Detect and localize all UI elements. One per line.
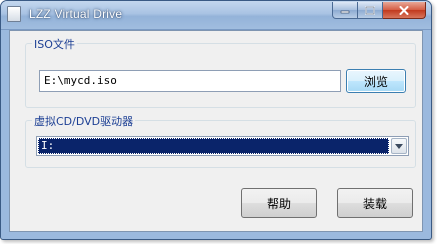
close-icon — [399, 5, 409, 15]
virtual-drive-group: 虚拟CD/DVD驱动器 I: — [25, 113, 416, 168]
window-title: LZZ Virtual Drive — [29, 7, 123, 21]
minimize-button[interactable] — [332, 2, 358, 19]
caption-buttons — [332, 2, 426, 20]
virtual-drive-group-label: 虚拟CD/DVD驱动器 — [32, 113, 136, 129]
drive-select[interactable]: I: — [36, 136, 409, 156]
help-button[interactable]: 帮助 — [241, 188, 317, 218]
iso-path-input[interactable]: E:\mycd.iso — [39, 70, 341, 92]
minimize-icon — [340, 10, 350, 14]
client-area: ISO文件 E:\mycd.iso 浏览 虚拟CD/DVD驱动器 I: 帮助 装… — [9, 30, 423, 232]
iso-file-group: ISO文件 E:\mycd.iso 浏览 — [25, 36, 416, 108]
chevron-down-icon — [395, 143, 403, 149]
drive-select-dropdown-button[interactable] — [391, 138, 407, 154]
app-window: LZZ Virtual Drive ISO文件 E:\mycd.iso 浏览 虚… — [0, 0, 432, 240]
maximize-icon — [365, 5, 375, 15]
title-bar[interactable]: LZZ Virtual Drive — [1, 1, 431, 30]
iso-file-group-label: ISO文件 — [32, 36, 77, 52]
close-button[interactable] — [383, 2, 426, 19]
browse-button[interactable]: 浏览 — [346, 69, 406, 93]
mount-button[interactable]: 装载 — [337, 188, 413, 218]
app-icon[interactable] — [7, 6, 21, 22]
drive-select-value: I: — [38, 138, 389, 154]
maximize-button[interactable] — [358, 2, 383, 19]
